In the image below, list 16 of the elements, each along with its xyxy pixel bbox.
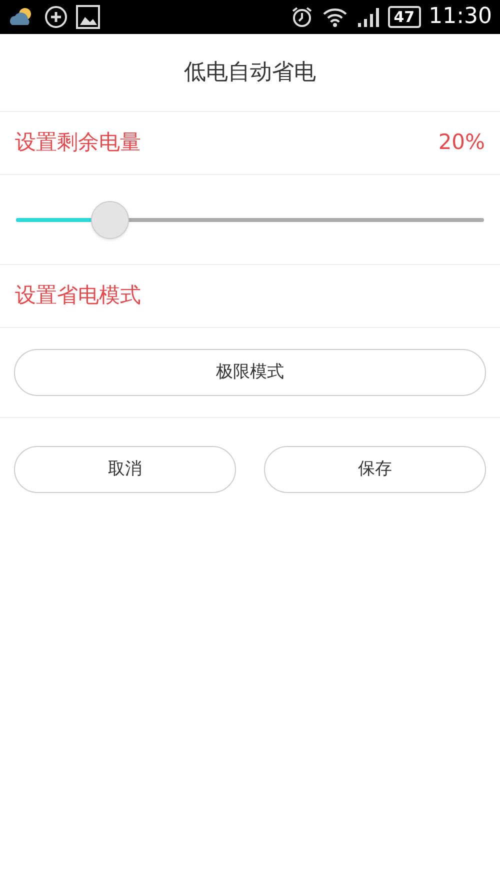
slider-thumb[interactable] — [90, 200, 129, 238]
alarm-clock-icon — [290, 5, 314, 29]
section-label: 设置剩余电量 — [15, 129, 141, 156]
signal-icon — [356, 6, 380, 28]
wifi-icon — [322, 6, 348, 28]
page-title: 低电自动省电 — [184, 59, 316, 87]
battery-level: 47 — [388, 6, 421, 28]
cancel-button[interactable]: 取消 — [14, 446, 236, 493]
image-icon — [76, 5, 100, 29]
save-button[interactable]: 保存 — [264, 446, 486, 493]
slider[interactable] — [16, 200, 484, 240]
section-label: 设置省电模式 — [15, 282, 141, 310]
clock-time: 11:30 — [428, 6, 492, 28]
percent-value: 20% — [438, 129, 485, 156]
add-circle-icon — [44, 5, 68, 29]
mode-button[interactable]: 极限模式 — [14, 349, 486, 396]
